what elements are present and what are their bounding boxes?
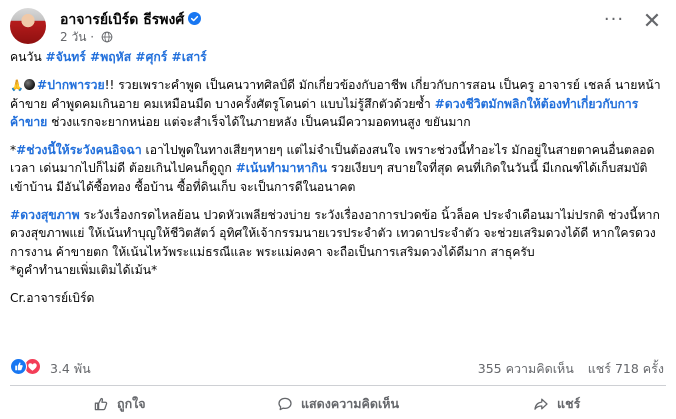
share-count[interactable]: แชร์ 718 ครั้ง [588, 361, 664, 376]
share-label: แชร์ [557, 396, 581, 411]
engagement-stats: 355 ความคิดเห็น แชร์ 718 ครั้ง [478, 359, 664, 379]
like-label: ถูกใจ [117, 396, 146, 411]
reaction-icons[interactable] [10, 358, 50, 376]
actions-divider [10, 385, 666, 386]
p4-text-2: *ดูคำทำนายเพิ่มเติมได้เม้น* [10, 262, 158, 277]
post-paragraph-2: 🙏 #ปากพารวย!! รวยเพราะคำพูด เป็นคนวาทศิลป… [10, 76, 666, 131]
pray-emoji-icon: 🙏 [10, 79, 24, 93]
hashtag-health[interactable]: #ดวงสุขภาพ [10, 208, 80, 222]
post-paragraph-1: คนวัน #จันทร์ #พฤหัส #ศุกร์ #เสาร์ [10, 48, 666, 66]
comment-button[interactable]: แสดงความคิดเห็น [229, 390, 448, 418]
comment-bubble-icon [278, 397, 292, 411]
comment-count[interactable]: 355 ความคิดเห็น [478, 361, 574, 376]
post-paragraph-3: *#ช่วงนี้ให้ระวังคนอิจฉา เอาไปพูดในทางเส… [10, 141, 666, 196]
reactions-summary: 3.4 พัน 355 ความคิดเห็น แชร์ 718 ครั้ง [10, 356, 666, 378]
meta-separator: · [90, 30, 95, 44]
verified-badge-icon [188, 12, 202, 25]
share-arrow-icon [534, 398, 548, 410]
hashtag-beware-envy[interactable]: #ช่วงนี้ให้ระวังคนอิจฉา [16, 143, 142, 157]
black-ball-emoji-icon [24, 79, 35, 91]
post-paragraph-5: Cr.อาจารย์เบิร์ด [10, 289, 666, 307]
author-avatar[interactable] [10, 8, 46, 44]
hashtag-earn-living[interactable]: #เน้นทำมาหากิน [236, 161, 327, 175]
like-button[interactable]: ถูกใจ [10, 390, 229, 418]
hashtag-days[interactable]: #จันทร์ #พฤหัส #ศุกร์ #เสาร์ [46, 50, 207, 64]
post-meta: 2 วัน · [60, 28, 113, 47]
post-time[interactable]: 2 วัน [60, 30, 86, 44]
share-button[interactable]: แชร์ [447, 390, 666, 418]
close-button[interactable]: ✕ [640, 10, 664, 34]
p1-prefix: คนวัน [10, 50, 46, 64]
comment-label: แสดงความคิดเห็น [300, 396, 400, 411]
p2-text-2: ช่วงแรกจะยากหน่อย แต่จะสำเร็จได้ในภายหลั… [47, 114, 471, 129]
thumbs-up-icon [94, 397, 108, 411]
like-reaction-icon [10, 358, 27, 375]
reaction-count[interactable]: 3.4 พัน [50, 359, 91, 379]
globe-icon [101, 31, 113, 43]
post-actions: ถูกใจ แสดงความคิดเห็น แชร์ [10, 390, 666, 418]
p4-text-1: ระวังเรื่องกรดไหลย้อน ปวดหัวเพลียช่วงบ่า… [10, 208, 660, 259]
post-body: คนวัน #จันทร์ #พฤหัส #ศุกร์ #เสาร์ 🙏 #ปาก… [10, 48, 666, 318]
author-name-text[interactable]: อาจารย์เบิร์ด ธีรพงศ์ [60, 12, 184, 28]
post-credit: Cr.อาจารย์เบิร์ด [10, 291, 95, 306]
more-options-button[interactable]: ··· [602, 11, 626, 34]
post-paragraph-4: #ดวงสุขภาพ ระวังเรื่องกรดไหลย้อน ปวดหัวเ… [10, 206, 666, 279]
post-header: อาจารย์เบิร์ด ธีรพงศ์ 2 วัน · ··· ✕ [10, 8, 666, 44]
hashtag-pakpharuay[interactable]: #ปากพารวย [37, 78, 105, 92]
